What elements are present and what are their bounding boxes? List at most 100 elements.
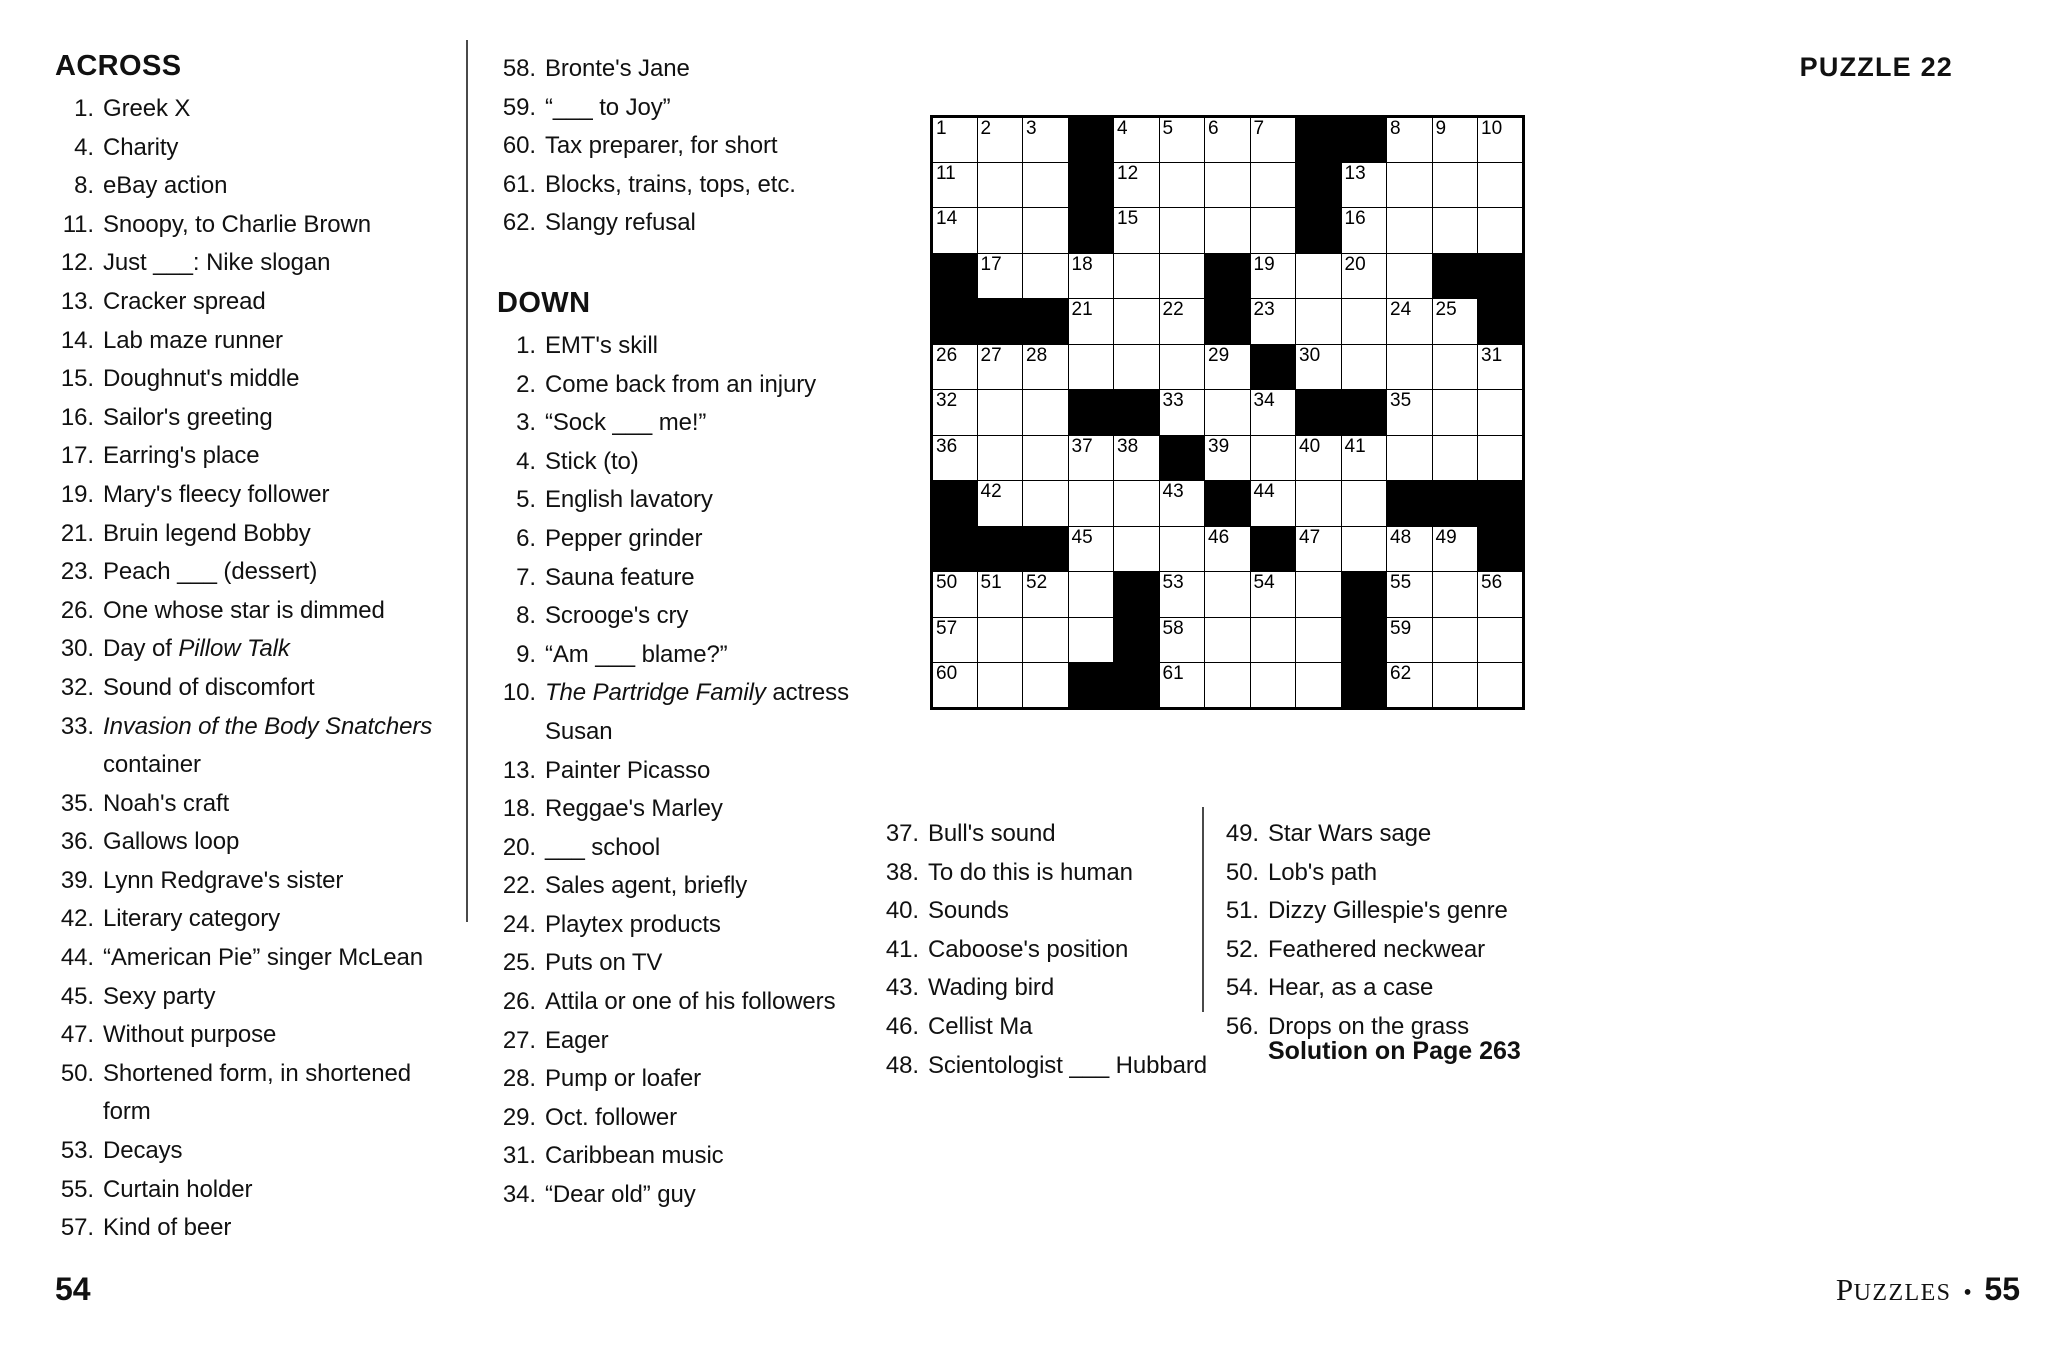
grid-cell[interactable]: 7 xyxy=(1249,116,1296,163)
grid-cell[interactable] xyxy=(1340,525,1387,572)
grid-cell[interactable] xyxy=(1249,662,1296,709)
grid-cell[interactable] xyxy=(1204,161,1251,208)
grid-cell[interactable] xyxy=(1204,571,1251,618)
grid-cell[interactable]: 36 xyxy=(931,434,978,481)
grid-cell[interactable]: 14 xyxy=(931,207,978,254)
grid-cell[interactable]: 26 xyxy=(931,343,978,390)
grid-cell[interactable] xyxy=(1386,161,1433,208)
grid-cell[interactable] xyxy=(1022,480,1069,527)
grid-cell[interactable] xyxy=(1249,616,1296,663)
grid-cell[interactable] xyxy=(976,434,1023,481)
grid-cell[interactable] xyxy=(1477,616,1524,663)
grid-cell[interactable] xyxy=(1431,571,1478,618)
grid-cell[interactable] xyxy=(1022,434,1069,481)
grid-cell[interactable] xyxy=(1431,434,1478,481)
grid-cell[interactable]: 4 xyxy=(1113,116,1160,163)
grid-cell[interactable]: 2 xyxy=(976,116,1023,163)
grid-cell[interactable]: 15 xyxy=(1113,207,1160,254)
grid-cell[interactable] xyxy=(1113,525,1160,572)
grid-cell[interactable]: 59 xyxy=(1386,616,1433,663)
grid-cell[interactable] xyxy=(1204,207,1251,254)
grid-cell[interactable]: 1 xyxy=(931,116,978,163)
grid-cell[interactable]: 22 xyxy=(1158,298,1205,345)
grid-cell[interactable]: 37 xyxy=(1067,434,1114,481)
grid-cell[interactable]: 28 xyxy=(1022,343,1069,390)
grid-cell[interactable] xyxy=(1204,662,1251,709)
grid-cell[interactable]: 16 xyxy=(1340,207,1387,254)
grid-cell[interactable] xyxy=(1386,343,1433,390)
grid-cell[interactable] xyxy=(1067,571,1114,618)
grid-cell[interactable]: 23 xyxy=(1249,298,1296,345)
grid-cell[interactable]: 42 xyxy=(976,480,1023,527)
grid-cell[interactable] xyxy=(1067,616,1114,663)
grid-cell[interactable] xyxy=(1158,161,1205,208)
grid-cell[interactable]: 61 xyxy=(1158,662,1205,709)
grid-cell[interactable] xyxy=(1158,343,1205,390)
grid-cell[interactable] xyxy=(1249,207,1296,254)
grid-cell[interactable] xyxy=(1022,252,1069,299)
grid-cell[interactable]: 51 xyxy=(976,571,1023,618)
grid-cell[interactable]: 12 xyxy=(1113,161,1160,208)
grid-cell[interactable] xyxy=(1295,616,1342,663)
grid-cell[interactable]: 53 xyxy=(1158,571,1205,618)
grid-cell[interactable] xyxy=(1113,298,1160,345)
grid-cell[interactable] xyxy=(1249,434,1296,481)
grid-cell[interactable] xyxy=(1386,434,1433,481)
grid-cell[interactable] xyxy=(1113,480,1160,527)
grid-cell[interactable]: 60 xyxy=(931,662,978,709)
grid-cell[interactable] xyxy=(1295,252,1342,299)
grid-cell[interactable]: 39 xyxy=(1204,434,1251,481)
grid-cell[interactable]: 19 xyxy=(1249,252,1296,299)
grid-cell[interactable]: 20 xyxy=(1340,252,1387,299)
grid-cell[interactable] xyxy=(1022,161,1069,208)
grid-cell[interactable] xyxy=(1204,616,1251,663)
grid-cell[interactable]: 34 xyxy=(1249,389,1296,436)
grid-cell[interactable]: 29 xyxy=(1204,343,1251,390)
grid-cell[interactable] xyxy=(1158,525,1205,572)
grid-cell[interactable] xyxy=(1340,343,1387,390)
grid-cell[interactable]: 41 xyxy=(1340,434,1387,481)
grid-cell[interactable] xyxy=(1477,161,1524,208)
grid-cell[interactable]: 18 xyxy=(1067,252,1114,299)
grid-cell[interactable]: 31 xyxy=(1477,343,1524,390)
grid-cell[interactable]: 35 xyxy=(1386,389,1433,436)
grid-cell[interactable] xyxy=(1477,389,1524,436)
grid-cell[interactable]: 6 xyxy=(1204,116,1251,163)
grid-cell[interactable]: 58 xyxy=(1158,616,1205,663)
grid-cell[interactable]: 48 xyxy=(1386,525,1433,572)
grid-cell[interactable]: 25 xyxy=(1431,298,1478,345)
grid-cell[interactable]: 33 xyxy=(1158,389,1205,436)
grid-cell[interactable] xyxy=(1295,662,1342,709)
grid-cell[interactable]: 9 xyxy=(1431,116,1478,163)
grid-cell[interactable]: 3 xyxy=(1022,116,1069,163)
grid-cell[interactable] xyxy=(1477,662,1524,709)
grid-cell[interactable] xyxy=(1204,389,1251,436)
grid-cell[interactable] xyxy=(1386,252,1433,299)
grid-cell[interactable] xyxy=(1022,662,1069,709)
grid-cell[interactable]: 55 xyxy=(1386,571,1433,618)
grid-cell[interactable] xyxy=(976,161,1023,208)
grid-cell[interactable] xyxy=(1431,343,1478,390)
grid-cell[interactable]: 17 xyxy=(976,252,1023,299)
grid-cell[interactable] xyxy=(1113,343,1160,390)
grid-cell[interactable] xyxy=(1295,480,1342,527)
grid-cell[interactable] xyxy=(1431,207,1478,254)
grid-cell[interactable] xyxy=(1477,434,1524,481)
grid-cell[interactable]: 30 xyxy=(1295,343,1342,390)
grid-cell[interactable] xyxy=(1158,252,1205,299)
grid-cell[interactable]: 46 xyxy=(1204,525,1251,572)
grid-cell[interactable]: 5 xyxy=(1158,116,1205,163)
grid-cell[interactable] xyxy=(1249,161,1296,208)
grid-cell[interactable] xyxy=(1431,662,1478,709)
grid-cell[interactable] xyxy=(976,662,1023,709)
grid-cell[interactable]: 49 xyxy=(1431,525,1478,572)
crossword-grid[interactable]: 1 2 3 4 5 6 7 8 9 10 11 12 13 14 15 16 17 18 19 20 21 22 23 24 2… xyxy=(930,115,1525,710)
grid-cell[interactable] xyxy=(1295,571,1342,618)
grid-cell[interactable]: 50 xyxy=(931,571,978,618)
grid-cell[interactable] xyxy=(1340,298,1387,345)
grid-cell[interactable]: 52 xyxy=(1022,571,1069,618)
grid-cell[interactable]: 32 xyxy=(931,389,978,436)
grid-cell[interactable] xyxy=(1340,480,1387,527)
grid-cell[interactable] xyxy=(1113,252,1160,299)
grid-cell[interactable] xyxy=(1067,343,1114,390)
